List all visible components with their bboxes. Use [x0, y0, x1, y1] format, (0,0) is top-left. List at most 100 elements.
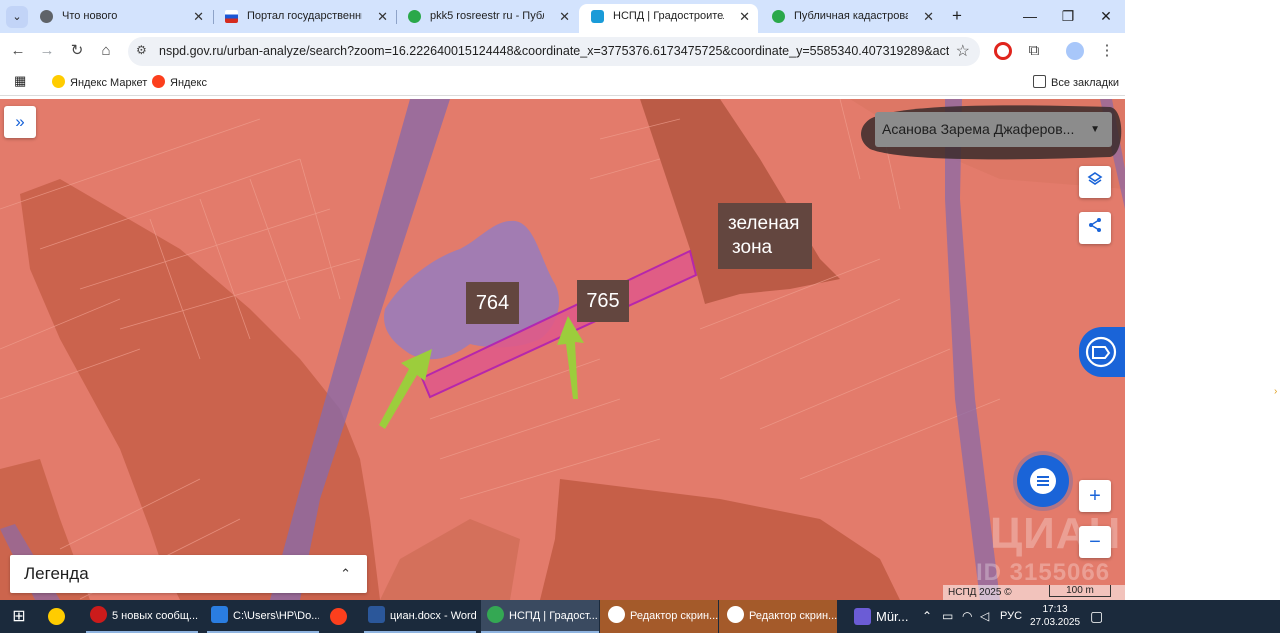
opera-extension-icon[interactable] — [994, 42, 1012, 60]
close-icon[interactable]: ✕ — [923, 4, 934, 29]
close-icon[interactable]: ✕ — [377, 4, 388, 29]
browser-window: ⌄ Что нового ✕ Портал государственных ус… — [0, 0, 1125, 600]
tab-public-cadastre[interactable]: Публичная кадастровая ка ✕ — [760, 4, 942, 33]
close-icon[interactable]: ✕ — [559, 4, 570, 29]
document-icon — [1085, 336, 1117, 368]
minimize-button[interactable]: — — [1010, 4, 1050, 28]
user-select[interactable]: Асанова Зарема Джаферов... ▼ — [875, 112, 1112, 147]
yandex-market-icon — [52, 75, 65, 88]
close-window-button[interactable]: ✕ — [1086, 4, 1126, 28]
clock-date: 27.03.2025 — [1030, 617, 1081, 628]
screen: ⌄ Что нового ✕ Портал государственных ус… — [0, 0, 1280, 633]
close-icon[interactable]: ✕ — [193, 4, 204, 29]
nspd-icon — [591, 10, 604, 23]
yandex-icon — [152, 75, 165, 88]
cadastre-tool-button[interactable] — [1079, 327, 1125, 377]
tab-chto-novogo[interactable]: Что нового ✕ — [28, 4, 212, 33]
extensions-icon[interactable]: ⧉ — [1025, 42, 1043, 60]
chrome-icon — [40, 10, 53, 23]
new-tab-button[interactable]: + — [947, 5, 967, 27]
language-indicator[interactable]: РУС — [1000, 600, 1022, 633]
legend-dropdown[interactable]: Легенда ⌃ — [10, 555, 367, 593]
notifications-icon[interactable]: ▢ — [1090, 600, 1103, 633]
wifi-icon[interactable]: ◠ — [962, 600, 972, 633]
volume-icon[interactable]: ◁ — [980, 600, 989, 633]
taskbar-screenshot-editor-2[interactable]: Редактор скрин... — [719, 600, 837, 633]
reload-button[interactable]: ↻ — [65, 39, 89, 63]
bookmark-star-icon[interactable]: ☆ — [956, 41, 970, 61]
yandex-browser-pinned-icon[interactable] — [48, 600, 74, 633]
tab-label: Что нового — [62, 10, 118, 22]
taskbar-opera[interactable]: 5 новых сообщ... — [86, 600, 198, 633]
expand-collapse-icon: ⌃ — [340, 566, 351, 581]
map-canvas[interactable]: » Асанова Зарема Джаферов... ▼ зеленая з… — [0, 99, 1125, 600]
expand-sidebar-button[interactable]: » — [4, 106, 36, 138]
zone-polygon — [20, 179, 380, 600]
zone-polygon — [540, 479, 900, 600]
plot-label-765: 765 — [577, 280, 629, 322]
zoom-in-button[interactable]: + — [1079, 480, 1111, 512]
chevron-down-icon[interactable]: ⌄ — [6, 6, 28, 28]
green-zone-label: зеленая зона — [718, 203, 812, 269]
chrome-icon — [487, 606, 504, 623]
taskbar-explorer[interactable]: C:\Users\HP\Do... — [207, 600, 319, 633]
zoom-out-button[interactable]: − — [1079, 526, 1111, 558]
desktop-area: › — [1125, 0, 1280, 600]
bookmarks-bar: ▦ Яндекс Маркет Яндекс Все закладки — [0, 69, 1125, 96]
scale-bar: 100 m — [1049, 585, 1111, 597]
forward-button[interactable]: → — [35, 39, 59, 63]
taskbar-screenshot-editor-1[interactable]: Редактор скрин... — [600, 600, 718, 633]
battery-icon[interactable]: ▭ — [942, 600, 953, 633]
bookmark-yandex[interactable]: Яндекс — [152, 75, 207, 89]
browser-menu-icon[interactable]: ⋮ — [1098, 42, 1116, 60]
caret-down-icon: ▼ — [1090, 124, 1100, 135]
apps-grid-icon[interactable]: ▦ — [14, 73, 26, 89]
site-settings-icon[interactable]: ⚙ — [136, 43, 147, 57]
chat-icon — [1030, 468, 1056, 494]
yandex-icon — [330, 608, 347, 625]
address-bar[interactable]: ⚙ nspd.gov.ru/urban-analyze/search?zoom=… — [128, 37, 980, 66]
tab-label: Публичная кадастровая ка — [794, 10, 908, 22]
tray-chevron-icon[interactable]: ⌃ — [922, 600, 932, 633]
plot-label-764: 764 — [466, 282, 519, 324]
legend-label: Легенда — [24, 564, 89, 583]
taskbar-word[interactable]: циан.docx - Word — [364, 600, 476, 633]
bookmark-yandex-market[interactable]: Яндекс Маркет — [52, 75, 147, 89]
user-select-label: Асанова Зарема Джаферов... — [882, 121, 1075, 137]
layers-glyph — [1087, 172, 1103, 185]
layers-icon[interactable] — [1079, 166, 1111, 198]
chat-button[interactable] — [1017, 455, 1069, 507]
folder-icon — [1033, 75, 1046, 88]
yandex-pinned-icon[interactable] — [330, 600, 352, 633]
share-glyph — [1089, 218, 1101, 232]
back-button[interactable]: ← — [6, 39, 30, 63]
clock-time: 17:13 — [1042, 604, 1068, 615]
taskbar-chrome-active[interactable]: НСПД | Градост... — [481, 600, 599, 633]
taskbar-media[interactable]: Mür... — [852, 600, 912, 633]
rosreestr-icon — [772, 10, 785, 23]
tab-strip: ⌄ Что нового ✕ Портал государственных ус… — [0, 0, 1125, 33]
rosreestr-icon — [408, 10, 421, 23]
opera-icon — [90, 606, 107, 623]
home-button[interactable]: ⌂ — [94, 39, 118, 63]
browser-toolbar: ← → ↻ ⌂ ⚙ nspd.gov.ru/urban-analyze/sear… — [0, 33, 1125, 69]
all-bookmarks[interactable]: Все закладки — [1033, 75, 1119, 89]
video-icon — [854, 608, 871, 625]
close-icon[interactable]: ✕ — [739, 4, 750, 29]
yandex-icon — [727, 606, 744, 623]
tab-gosuslugi[interactable]: Портал государственных ус ✕ — [213, 4, 396, 33]
yandex-icon — [608, 606, 625, 623]
restore-button[interactable]: ❐ — [1048, 4, 1088, 28]
word-icon — [368, 606, 385, 623]
yandex-market-icon — [48, 608, 65, 625]
clock[interactable]: 17:13 27.03.2025 — [1030, 603, 1080, 629]
url-text[interactable]: nspd.gov.ru/urban-analyze/search?zoom=16… — [159, 44, 949, 58]
windows-taskbar: ⊞ 5 новых сообщ... C:\Users\HP\Do... циа… — [0, 600, 1280, 633]
share-icon[interactable] — [1079, 212, 1111, 244]
download-icon — [211, 606, 228, 623]
profile-avatar[interactable] — [1066, 42, 1084, 60]
russian-flag-icon — [225, 10, 238, 23]
windows-start-icon[interactable]: ⊞ — [8, 600, 30, 633]
tab-nspd-active[interactable]: НСПД | Градостроительная ✕ — [579, 4, 758, 33]
tab-pkk5[interactable]: pkk5 rosreestr ru - Публичн ✕ — [396, 4, 578, 33]
